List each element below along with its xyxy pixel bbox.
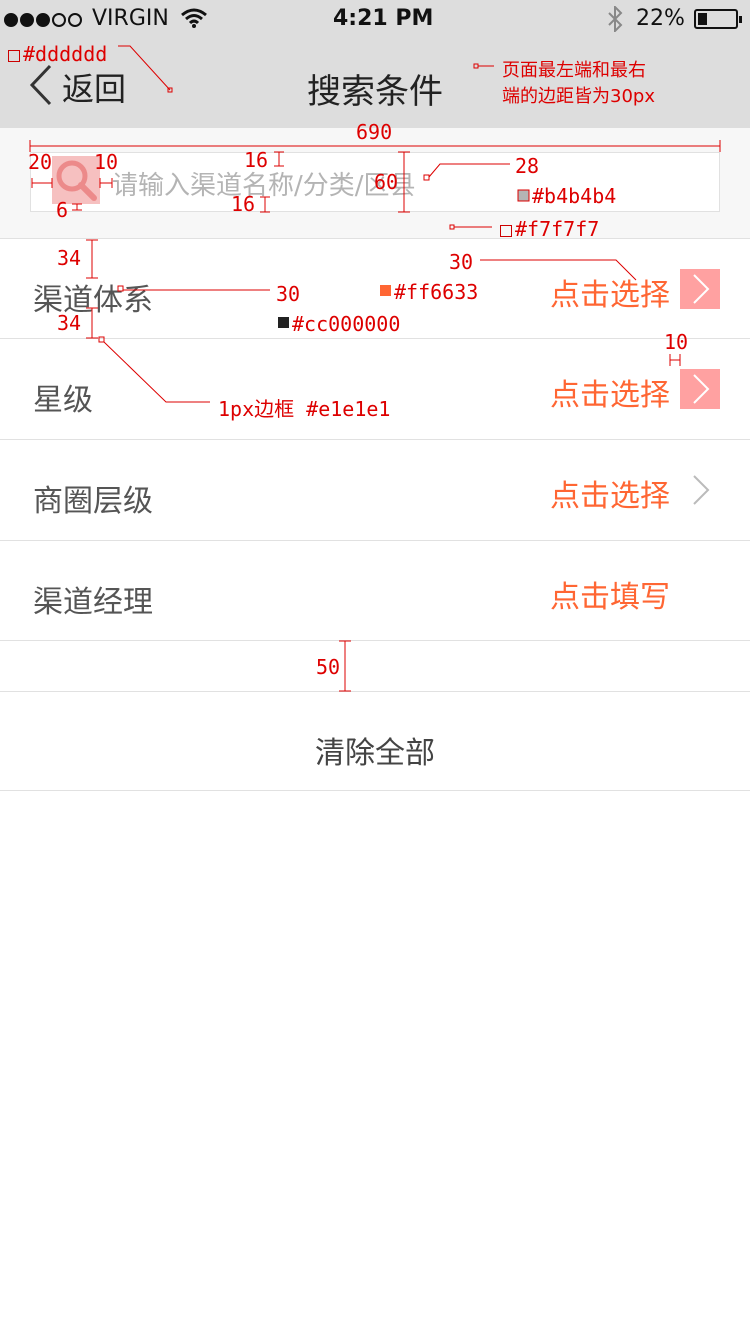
margin-note-line2: 端的边距皆为30px: [502, 86, 655, 107]
gap-annotation: 10: [664, 330, 689, 354]
color-annotation: #ff6633: [394, 280, 479, 304]
padding-annotation: 6: [56, 198, 69, 222]
font-size-annotation: 30: [449, 250, 474, 274]
padding-top-annotation: 16: [244, 148, 269, 172]
border-annotation: 1px边框 #e1e1e1: [218, 397, 391, 421]
font-size-annotation: 30: [276, 282, 301, 306]
padding-bottom-annotation: 34: [57, 311, 82, 335]
font-size-annotation: 28: [515, 154, 540, 178]
padding-annotation: 20: [28, 150, 53, 174]
gap-annotation: 50: [316, 655, 341, 679]
color-annotation: #f7f7f7: [500, 217, 599, 241]
color-annotation: #cc000000: [292, 312, 401, 336]
height-annotation: 60: [374, 170, 399, 194]
color-annotation: #b4b4b4: [532, 184, 617, 208]
padding-top-annotation: 34: [57, 246, 82, 270]
gap-annotation: 10: [94, 150, 119, 174]
width-annotation: 690: [356, 120, 393, 144]
padding-bottom-annotation: 16: [231, 192, 256, 216]
margin-note-line1: 页面最左端和最右: [502, 60, 646, 81]
